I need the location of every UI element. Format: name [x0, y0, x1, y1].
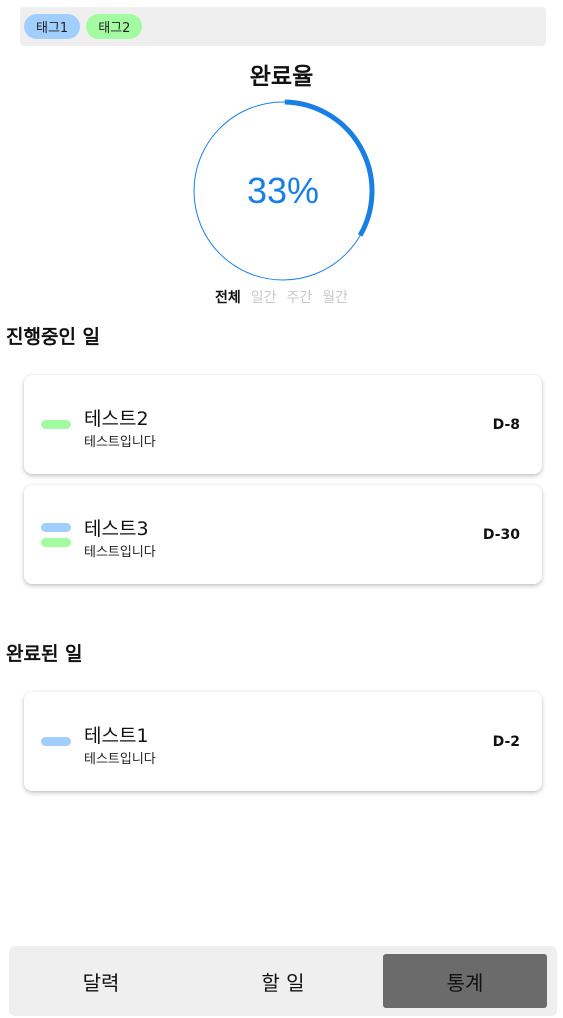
- completion-percent: 33%: [246, 170, 320, 211]
- nav-calendar-button[interactable]: 달력: [19, 954, 183, 1008]
- task-description: 테스트입니다: [84, 752, 156, 767]
- nav-todo-button[interactable]: 할 일: [201, 954, 365, 1008]
- tag-chip-2[interactable]: 태그2: [86, 14, 143, 39]
- bottom-navigation: 달력 할 일 통계: [9, 946, 557, 1016]
- task-tag-indicators: [41, 692, 71, 791]
- tag-indicator-blue: [41, 522, 71, 532]
- task-title: 테스트1: [84, 725, 149, 747]
- completed-title: 완료된 일: [6, 643, 83, 665]
- task-title: 테스트2: [84, 408, 149, 430]
- tag-indicator-green: [41, 537, 71, 547]
- in-progress-title: 진행중인 일: [6, 326, 101, 348]
- task-dday: D-2: [492, 734, 520, 750]
- completion-title: 완료율: [249, 64, 314, 90]
- task-card-test2[interactable]: 테스트2 테스트입니다 D-8: [24, 375, 542, 474]
- task-card-test1[interactable]: 테스트1 테스트입니다 D-2: [24, 692, 542, 791]
- task-dday: D-30: [482, 527, 520, 543]
- tag-indicator-green: [41, 420, 71, 429]
- period-weekly[interactable]: 주간: [287, 287, 313, 307]
- tag-indicator-blue: [41, 737, 71, 746]
- period-monthly[interactable]: 월간: [322, 287, 348, 307]
- nav-stats-button[interactable]: 통계: [383, 954, 547, 1008]
- tag-filter-bar: 태그1 태그2: [20, 7, 546, 46]
- task-tag-indicators: [41, 485, 71, 584]
- task-description: 테스트입니다: [84, 545, 156, 560]
- tag-chip-1[interactable]: 태그1: [24, 14, 81, 39]
- task-dday: D-8: [492, 417, 520, 433]
- task-title: 테스트3: [84, 518, 149, 540]
- period-selector: 전체 일간 주간 월간: [0, 287, 563, 307]
- task-card-test3[interactable]: 테스트3 테스트입니다 D-30: [24, 485, 542, 584]
- period-all[interactable]: 전체: [215, 287, 241, 307]
- task-description: 테스트입니다: [84, 435, 156, 450]
- task-tag-indicators: [41, 375, 71, 474]
- period-daily[interactable]: 일간: [251, 287, 277, 307]
- completion-gauge: 33%: [191, 99, 375, 283]
